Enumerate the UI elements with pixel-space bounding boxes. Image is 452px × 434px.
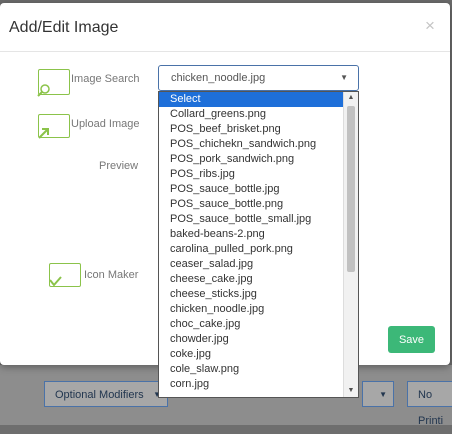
dropdown-scrollbar[interactable]: ▲ ▼ <box>343 92 358 397</box>
dropdown-option[interactable]: POS_sauce_bottle.png <box>159 197 358 212</box>
dropdown-option[interactable]: choc_cake.jpg <box>159 317 358 332</box>
dropdown-option[interactable]: POS_sauce_bottle.jpg <box>159 182 358 197</box>
dropdown-option[interactable]: Collard_greens.png <box>159 107 358 122</box>
dropdown-option[interactable]: chicken_noodle.jpg <box>159 302 358 317</box>
dropdown-option[interactable]: POS_sauce_bottle_small.jpg <box>159 212 358 227</box>
image-search-icon <box>37 69 70 97</box>
dropdown-option[interactable]: baked-beans-2.png <box>159 227 358 242</box>
save-button[interactable]: Save <box>388 326 435 353</box>
image-search-select-value: chicken_noodle.jpg <box>171 72 266 84</box>
image-select-dropdown[interactable]: Select Collard_greens.png POS_beef_brisket… <box>158 91 359 398</box>
dropdown-option[interactable]: POS_chichekn_sandwich.png <box>159 137 358 152</box>
dropdown-option[interactable]: Select <box>159 92 358 107</box>
no-print-select[interactable]: No Printi <box>407 381 452 427</box>
dropdown-option[interactable]: ceaser_salad.jpg <box>159 257 358 272</box>
preview-label: Preview <box>99 160 139 172</box>
optional-modifiers-label: Optional Modifiers <box>55 389 144 401</box>
scroll-down-arrow-icon[interactable]: ▼ <box>344 385 358 397</box>
dropdown-option[interactable]: cheese_cake.jpg <box>159 272 358 287</box>
no-print-label: No Printi <box>418 389 444 427</box>
dropdown-option[interactable]: POS_pork_sandwich.png <box>159 152 358 167</box>
upload-image-label[interactable]: Upload Image <box>71 118 140 130</box>
dropdown-option[interactable]: cheese_sticks.jpg <box>159 287 358 302</box>
chevron-down-icon: ▼ <box>340 73 348 82</box>
scrollbar-thumb[interactable] <box>347 106 355 272</box>
chevron-down-icon: ▼ <box>379 390 387 399</box>
image-search-select[interactable]: chicken_noodle.jpg ▼ <box>158 65 359 91</box>
close-icon[interactable]: × <box>425 16 435 36</box>
dropdown-option[interactable]: coke.jpg <box>159 347 358 362</box>
upload-image-icon <box>38 114 70 139</box>
background-select[interactable]: ▼ <box>362 381 394 407</box>
icon-maker-icon <box>49 263 81 287</box>
optional-modifiers-select[interactable]: Optional Modifiers ▼ <box>44 381 168 407</box>
header-divider <box>0 51 450 52</box>
scroll-up-arrow-icon[interactable]: ▲ <box>344 92 358 104</box>
dropdown-option[interactable]: cole_slaw.png <box>159 362 358 377</box>
dropdown-option[interactable]: POS_beef_brisket.png <box>159 122 358 137</box>
image-search-label: Image Search <box>71 73 140 85</box>
dropdown-option[interactable]: carolina_pulled_pork.png <box>159 242 358 257</box>
dropdown-option[interactable]: corn.jpg <box>159 377 358 392</box>
dropdown-option[interactable]: chowder.jpg <box>159 332 358 347</box>
dropdown-options: Select Collard_greens.png POS_beef_brisket… <box>159 92 358 392</box>
icon-maker-label[interactable]: Icon Maker <box>84 269 138 281</box>
modal-title: Add/Edit Image <box>9 19 119 36</box>
dropdown-option[interactable]: POS_ribs.jpg <box>159 167 358 182</box>
